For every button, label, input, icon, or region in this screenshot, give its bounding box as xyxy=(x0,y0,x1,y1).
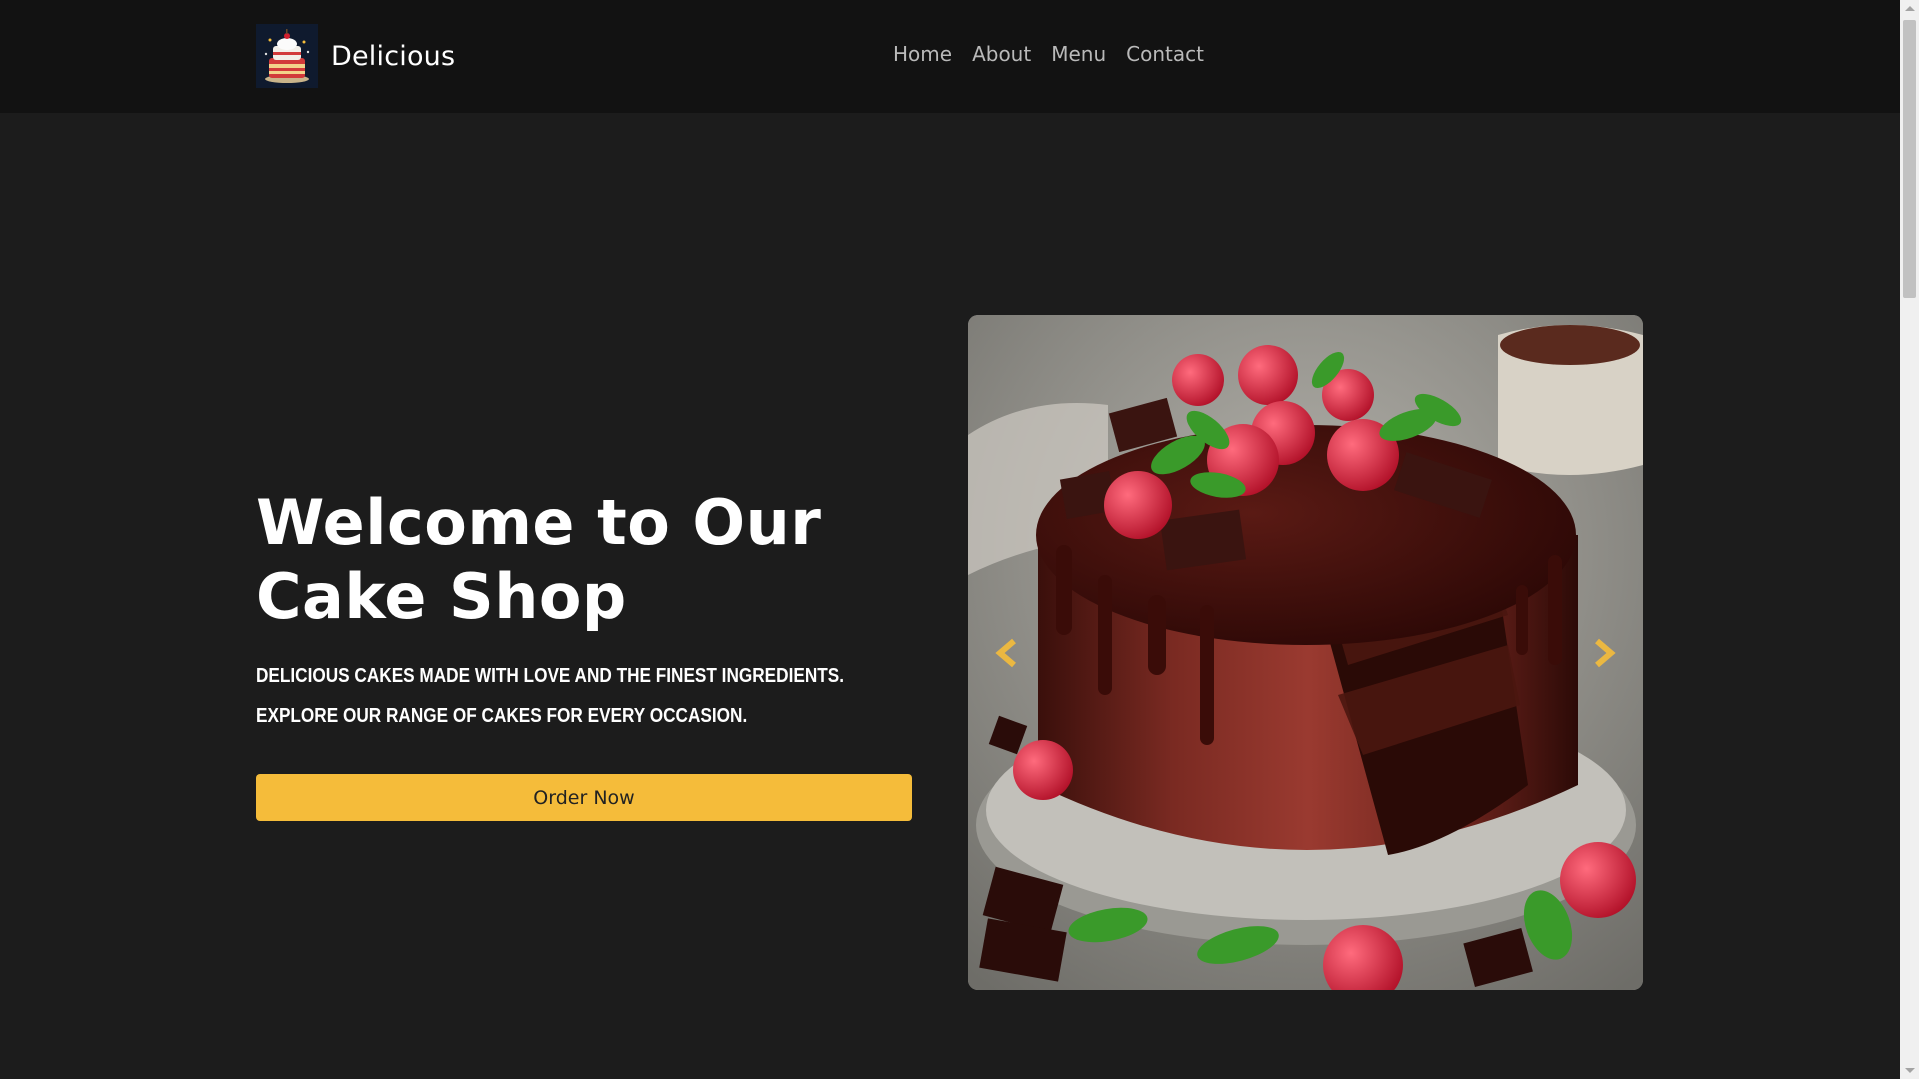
nav-link-about[interactable]: About xyxy=(972,42,1031,66)
scrollbar-thumb[interactable] xyxy=(1903,20,1916,298)
carousel-next-button[interactable] xyxy=(1583,633,1623,673)
nav-link-contact[interactable]: Contact xyxy=(1126,42,1204,66)
page: Delicious Home About Menu Contact Welcom… xyxy=(0,0,1900,1079)
brand-name: Delicious xyxy=(331,40,456,72)
nav-link-home[interactable]: Home xyxy=(893,42,952,66)
order-now-button[interactable]: Order Now xyxy=(256,774,912,821)
hero-subtitle: Delicious cakes made with love and the f… xyxy=(256,665,845,727)
nav-links: Home About Menu Contact xyxy=(893,42,1204,66)
chocolate-cake-image xyxy=(968,315,1643,990)
brand-link[interactable]: Delicious xyxy=(256,24,455,88)
chevron-right-icon xyxy=(1595,638,1616,668)
page-scrollbar[interactable] xyxy=(1900,0,1919,1079)
navbar: Delicious Home About Menu Contact xyxy=(0,0,1900,113)
chevron-left-icon xyxy=(995,638,1016,668)
cake-logo-icon xyxy=(256,24,318,88)
scroll-down-icon[interactable] xyxy=(1905,1068,1915,1073)
scroll-up-icon[interactable] xyxy=(1905,6,1915,11)
nav-link-menu[interactable]: Menu xyxy=(1051,42,1106,66)
carousel-prev-button[interactable] xyxy=(988,633,1028,673)
cake-carousel xyxy=(968,315,1643,990)
hero-title: Welcome to Our Cake Shop xyxy=(256,486,822,633)
